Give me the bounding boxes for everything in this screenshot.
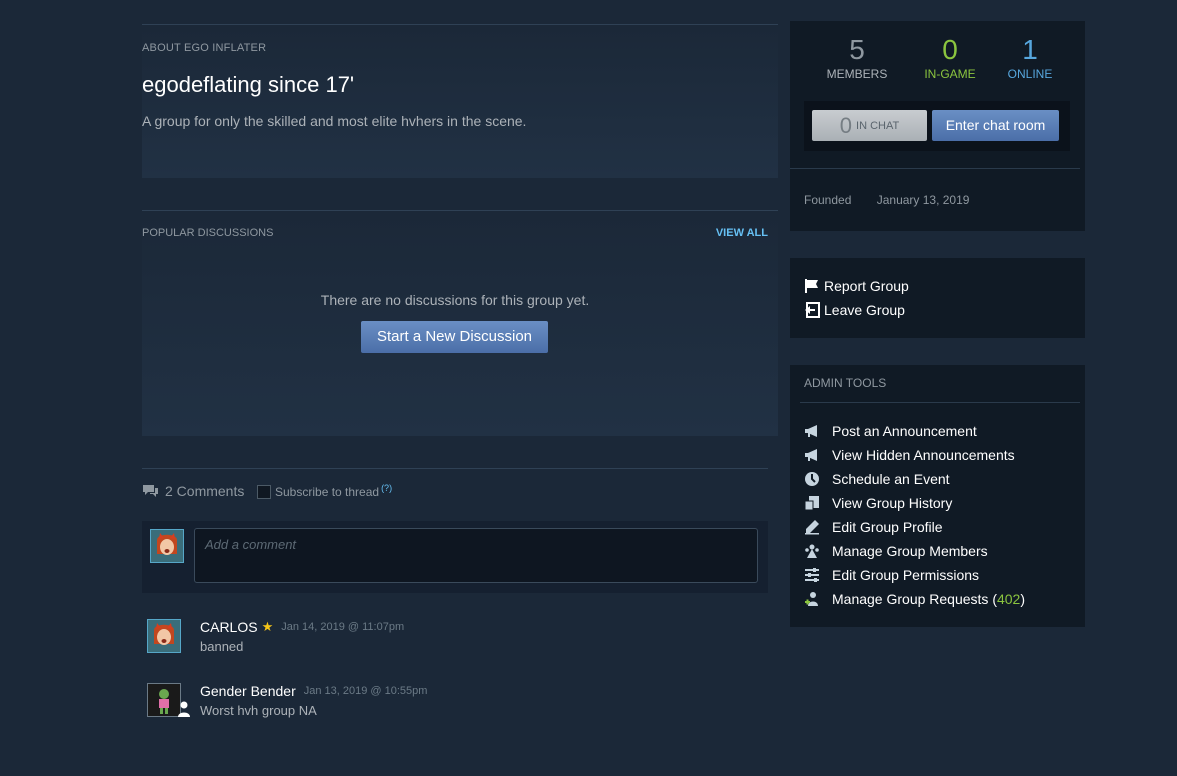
comment-entry-box: Add a comment — [142, 521, 768, 593]
comments-section: 2 Comments Subscribe to thread (?) Add a… — [142, 468, 768, 769]
subscribe-control[interactable]: Subscribe to thread (?) — [257, 483, 392, 499]
in-game-count: 0 — [942, 34, 958, 65]
comment-input[interactable]: Add a comment — [194, 528, 758, 583]
leave-group-label: Leave Group — [824, 302, 905, 318]
report-group-link[interactable]: Report Group — [804, 278, 909, 294]
comments-count: 2 Comments — [165, 483, 245, 499]
divider — [800, 402, 1080, 403]
author-name[interactable]: Gender Bender — [200, 683, 296, 699]
about-header: ABOUT EGO INFLATER — [142, 42, 267, 54]
requests-close-paren: ) — [1020, 591, 1026, 607]
in-chat-label: IN CHAT — [856, 119, 900, 132]
subscribe-checkbox[interactable] — [257, 485, 271, 499]
sliders-icon — [804, 567, 820, 583]
leave-icon — [804, 302, 820, 318]
founded-info: Founded January 13, 2019 — [804, 193, 969, 207]
edit-group-profile-link[interactable]: Edit Group Profile — [804, 519, 943, 535]
comment-text: Worst hvh group NA — [200, 703, 317, 718]
group-actions-panel: Report Group Leave Group — [790, 258, 1085, 338]
schedule-event-label: Schedule an Event — [832, 471, 950, 487]
comment-author: CARLOS ★ Jan 14, 2019 @ 11:07pm — [200, 619, 404, 635]
in-chat-count: 0 IN CHAT — [812, 110, 927, 141]
comment-timestamp: Jan 14, 2019 @ 11:07pm — [281, 621, 405, 633]
members-icon — [804, 543, 820, 559]
comments-title: 2 Comments — [142, 483, 244, 499]
manage-group-members-label: Manage Group Members — [832, 543, 988, 559]
comment-text: banned — [200, 639, 244, 654]
admin-tools-panel: ADMIN TOOLS Post an Announcement View Hi… — [790, 365, 1085, 627]
author-name[interactable]: CARLOS — [200, 619, 258, 635]
comment-timestamp: Jan 13, 2019 @ 10:55pm — [303, 685, 428, 697]
history-icon — [804, 495, 820, 511]
pencil-icon — [804, 519, 820, 535]
enter-chat-button[interactable]: Enter chat room — [932, 110, 1059, 141]
clock-icon — [804, 471, 820, 487]
in-game-label: IN-GAME — [924, 67, 976, 81]
help-link[interactable]: (?) — [381, 483, 392, 493]
avatar[interactable] — [150, 529, 184, 563]
requests-count: 402 — [996, 591, 1021, 607]
manage-group-requests-label: Manage Group Requests (402) — [832, 591, 1025, 607]
admin-tools-header: ADMIN TOOLS — [804, 376, 887, 390]
view-all-link[interactable]: VIEW ALL — [716, 227, 768, 239]
megaphone-icon — [804, 447, 820, 463]
view-group-history-link[interactable]: View Group History — [804, 495, 952, 511]
in-chat-value: 0 — [839, 112, 853, 138]
divider — [790, 168, 1080, 169]
avatar[interactable] — [147, 619, 181, 653]
avatar-image — [148, 620, 180, 652]
members-label: MEMBERS — [826, 67, 888, 81]
post-announcement-label: Post an Announcement — [832, 423, 977, 439]
online-stat[interactable]: 1 ONLINE — [985, 34, 1075, 82]
post-announcement-link[interactable]: Post an Announcement — [804, 423, 977, 439]
avatar-image — [148, 684, 180, 716]
view-group-history-label: View Group History — [832, 495, 953, 511]
group-stats-panel: 5 MEMBERS 0 IN-GAME 1 ONLINE 0 IN CHAT E… — [790, 21, 1085, 231]
avatar-image — [151, 530, 183, 562]
flag-icon — [804, 278, 820, 294]
schedule-event-link[interactable]: Schedule an Event — [804, 471, 950, 487]
subscribe-label: Subscribe to thread — [275, 485, 380, 499]
avatar[interactable] — [147, 683, 181, 717]
edit-group-permissions-label: Edit Group Permissions — [832, 567, 980, 583]
manage-group-members-link[interactable]: Manage Group Members — [804, 543, 988, 559]
view-hidden-announcements-link[interactable]: View Hidden Announcements — [804, 447, 1015, 463]
comment-author: Gender Bender Jan 13, 2019 @ 10:55pm — [200, 683, 427, 699]
popular-discussions-section: POPULAR DISCUSSIONS VIEW ALL There are n… — [142, 210, 778, 436]
chat-bar: 0 IN CHAT Enter chat room — [804, 101, 1070, 151]
members-count: 5 — [849, 34, 865, 65]
online-label: ONLINE — [1007, 67, 1053, 81]
discussions-header: POPULAR DISCUSSIONS — [142, 227, 274, 239]
start-discussion-button[interactable]: Start a New Discussion — [361, 321, 548, 353]
group-headline: egodeflating since 17' — [142, 72, 355, 97]
chat-bubble-icon — [143, 484, 158, 497]
view-hidden-announcements-label: View Hidden Announcements — [832, 447, 1015, 463]
founded-date: January 13, 2019 — [876, 193, 970, 207]
founded-label: Founded — [804, 193, 852, 207]
online-count: 1 — [1022, 34, 1038, 65]
megaphone-icon — [804, 423, 820, 439]
manage-requests-text: Manage Group Requests ( — [832, 591, 997, 607]
group-description: A group for only the skilled and most el… — [142, 113, 527, 129]
leave-group-link[interactable]: Leave Group — [804, 302, 905, 318]
user-plus-icon — [804, 591, 820, 607]
in-game-stat[interactable]: 0 IN-GAME — [905, 34, 995, 82]
report-group-label: Report Group — [824, 278, 909, 294]
user-icon — [178, 701, 190, 717]
star-icon: ★ — [261, 619, 274, 634]
members-stat[interactable]: 5 MEMBERS — [812, 34, 902, 82]
about-section: ABOUT EGO INFLATER egodeflating since 17… — [142, 24, 778, 178]
edit-group-profile-label: Edit Group Profile — [832, 519, 943, 535]
manage-group-requests-link[interactable]: Manage Group Requests (402) — [804, 591, 1025, 607]
edit-group-permissions-link[interactable]: Edit Group Permissions — [804, 567, 979, 583]
no-discussions-text: There are no discussions for this group … — [320, 292, 590, 308]
